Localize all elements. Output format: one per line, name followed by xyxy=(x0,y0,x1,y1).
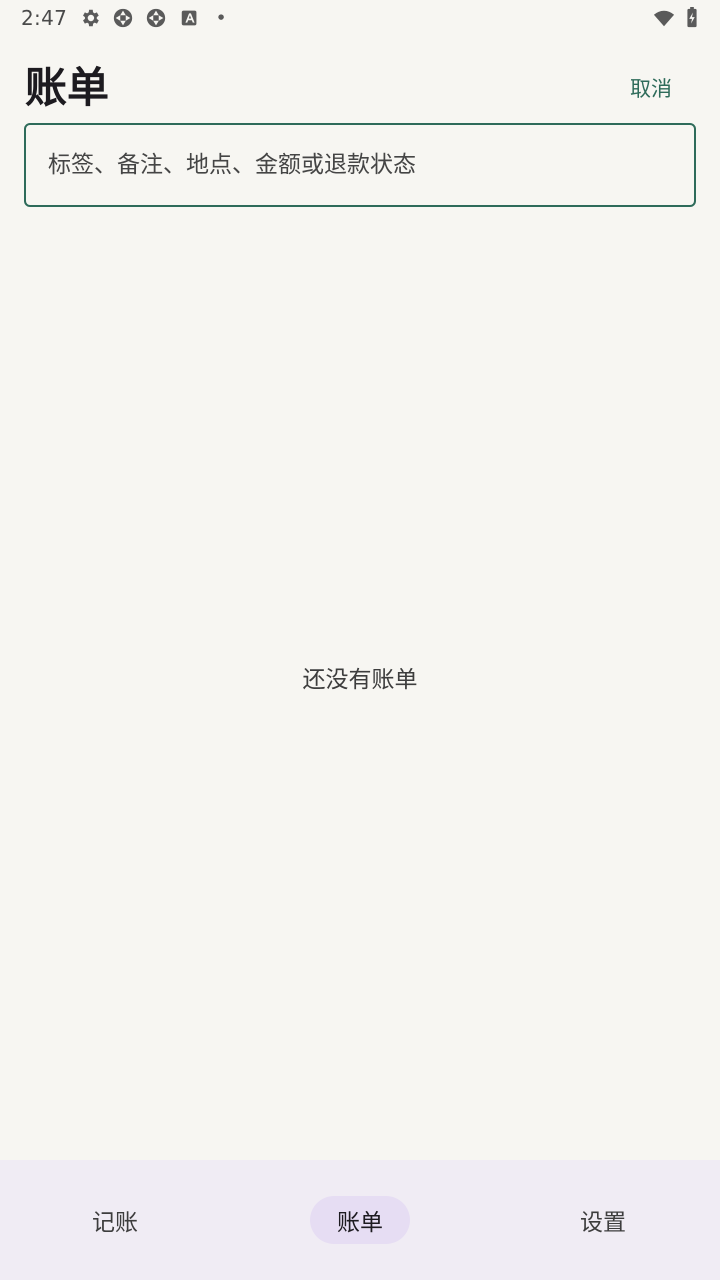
nav-item-record[interactable]: 记账 xyxy=(65,1196,165,1244)
search-field[interactable] xyxy=(24,123,696,207)
battery-charging-icon xyxy=(687,7,697,28)
nav-item-label: 账单 xyxy=(337,1210,383,1236)
dot-icon xyxy=(218,14,224,20)
nav-item-label: 记账 xyxy=(92,1210,138,1236)
nav-item-bills[interactable]: 账单 xyxy=(310,1196,410,1244)
app-icon xyxy=(146,8,166,28)
bottom-navigation: 记账 账单 设置 xyxy=(0,1160,720,1280)
app-icon xyxy=(113,8,133,28)
page-title: 账单 xyxy=(25,63,110,112)
empty-state-message: 还没有账单 xyxy=(302,667,418,693)
nav-item-settings[interactable]: 设置 xyxy=(553,1196,653,1244)
wifi-icon xyxy=(653,10,675,27)
search-input[interactable] xyxy=(48,125,668,205)
gear-icon xyxy=(83,9,99,27)
status-time: 2:47 xyxy=(21,6,68,30)
font-icon xyxy=(181,10,197,26)
nav-item-label: 设置 xyxy=(580,1210,626,1236)
cancel-button[interactable]: 取消 xyxy=(630,74,672,104)
status-bar: 2:47 xyxy=(0,0,720,36)
